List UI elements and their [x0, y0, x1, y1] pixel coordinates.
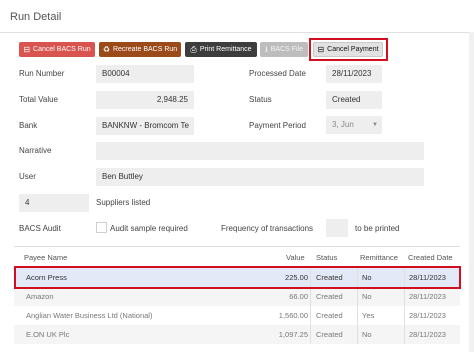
print-remittance-button[interactable]: ⎙ Print Remittance: [185, 42, 257, 57]
cell-payee: Amazon: [26, 292, 54, 301]
page-title: Run Detail: [10, 11, 62, 23]
cell-remittance: No: [362, 330, 372, 339]
audit-sample-label: Audit sample required: [110, 224, 188, 233]
payment-period-label: Payment Period: [249, 121, 306, 130]
chevron-down-icon: ▼: [372, 122, 378, 128]
cell-remittance: No: [362, 292, 372, 301]
header-created-date: Created Date: [408, 253, 453, 262]
user-label: User: [19, 172, 36, 181]
cell-payee: E.ON UK Plc: [26, 330, 70, 339]
suppliers-listed-label: Suppliers listed: [96, 198, 151, 207]
narrative-field: [96, 142, 424, 160]
cell-status: Created: [316, 311, 343, 320]
print-remittance-label: Print Remittance: [199, 46, 252, 53]
header-status: Status: [316, 253, 338, 262]
header-payee: Payee Name: [24, 253, 68, 262]
page-header: Run Detail: [0, 0, 474, 33]
recreate-bacs-run-label: Recreate BACS Run: [112, 46, 178, 53]
printer-icon: ⎙: [190, 44, 197, 54]
header-remittance: Remittance: [360, 253, 398, 262]
to-be-printed-label: to be printed: [355, 224, 400, 233]
bacs-file-button[interactable]: ⭳ BACS File: [260, 42, 308, 57]
narrative-label: Narrative: [19, 146, 52, 155]
user-field: Ben Buttley: [96, 168, 424, 186]
total-value-label: Total Value: [19, 95, 58, 104]
bank-label: Bank: [19, 121, 38, 130]
recycle-icon: ♻: [102, 44, 110, 54]
cell-created-date: 28/11/2023: [409, 330, 446, 339]
download-icon: ⭳: [264, 44, 268, 54]
processed-date-field: 28/11/2023: [326, 65, 382, 83]
frequency-label: Frequency of transactions: [221, 224, 314, 233]
recreate-bacs-run-button[interactable]: ♻ Recreate BACS Run: [99, 42, 181, 57]
bacs-file-label: BACS File: [270, 46, 304, 53]
table-row[interactable]: Anglian Water Business Ltd (National) 1,…: [14, 306, 460, 325]
cell-value: 1,560.00: [278, 311, 308, 320]
table-top-border: [14, 246, 460, 247]
cell-status: Created: [316, 330, 343, 339]
cancel-payment-highlight: [309, 38, 388, 61]
table-header: Payee Name Value Status Remittance Creat…: [14, 251, 460, 265]
cancel-bacs-run-label: Cancel BACS Run: [33, 46, 91, 53]
header-value: Value: [286, 253, 305, 262]
audit-sample-checkbox[interactable]: [96, 222, 107, 233]
status-label: Status: [249, 95, 272, 104]
cell-status: Created: [316, 292, 343, 301]
status-field: Created: [326, 91, 382, 109]
bacs-audit-label: BACS Audit: [19, 224, 61, 233]
frequency-input[interactable]: [326, 219, 348, 237]
cell-value: 66.00: [289, 292, 308, 301]
cancel-bacs-run-button[interactable]: ⊟ Cancel BACS Run: [19, 42, 95, 57]
table-row[interactable]: Amazon 66.00 Created No 28/11/2023: [14, 287, 460, 306]
total-value-field: 2,948.25: [96, 91, 194, 109]
table-row[interactable]: E.ON UK Plc 1,097.25 Created No 28/11/20…: [14, 325, 460, 344]
cell-created-date: 28/11/2023: [409, 292, 446, 301]
minus-square-icon: ⊟: [23, 44, 31, 54]
processed-date-label: Processed Date: [249, 69, 306, 78]
run-number-label: Run Number: [19, 69, 65, 78]
run-number-field: B00004: [96, 65, 194, 83]
vertical-scrollbar[interactable]: [469, 32, 474, 352]
cell-value: 1,097.25: [278, 330, 308, 339]
cell-created-date: 28/11/2023: [409, 311, 446, 320]
suppliers-count-field: 4: [19, 194, 89, 212]
bank-field: BANKNW - Bromcom Te: [96, 117, 194, 135]
selected-row-highlight: [14, 266, 461, 289]
cell-remittance: Yes: [362, 311, 375, 320]
cell-payee: Anglian Water Business Ltd (National): [26, 311, 153, 320]
